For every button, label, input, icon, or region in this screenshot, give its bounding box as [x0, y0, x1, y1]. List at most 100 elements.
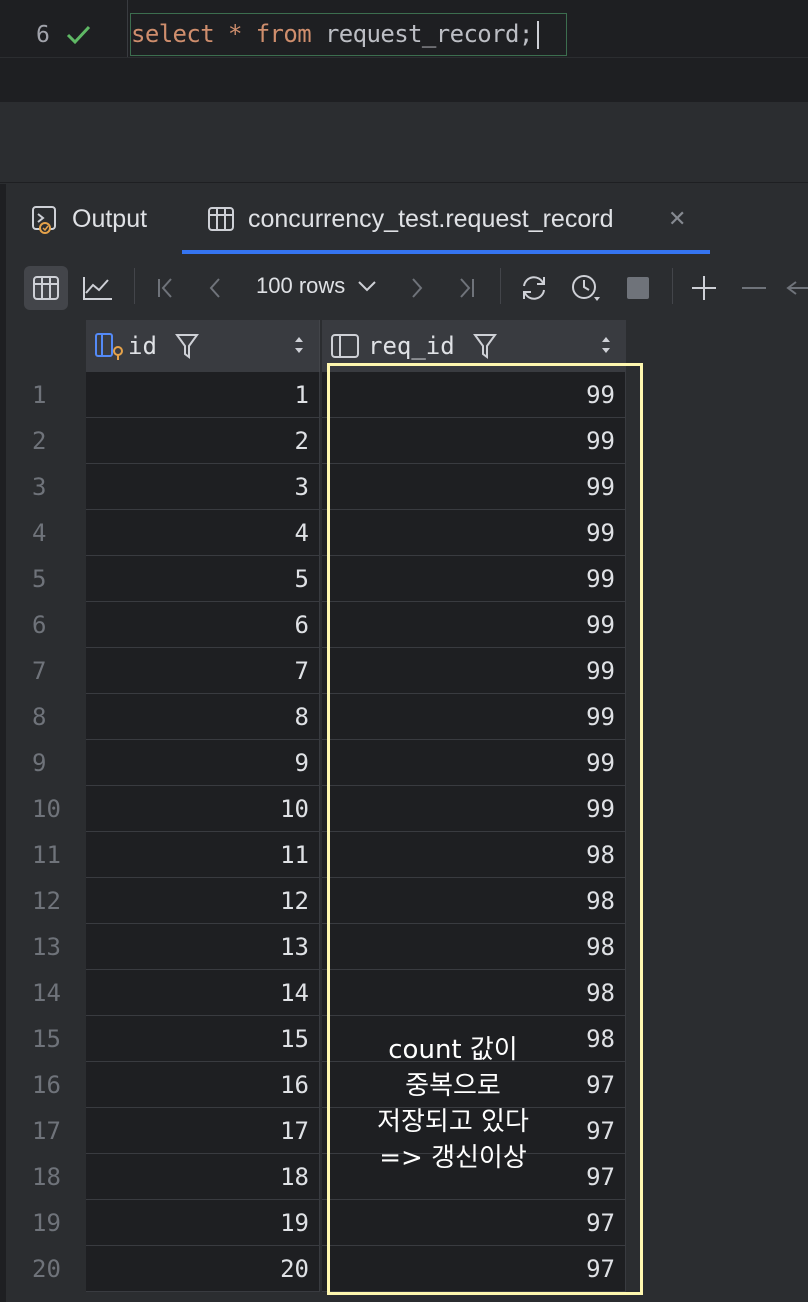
panel-separator	[0, 182, 808, 183]
sort-icon[interactable]	[293, 334, 305, 356]
table-view-icon	[33, 276, 59, 300]
cell-id[interactable]: 14	[86, 970, 320, 1016]
keyword-from: from	[255, 20, 312, 48]
row-number: 6	[32, 611, 47, 639]
chevron-right-icon	[412, 278, 423, 298]
row-number: 4	[32, 519, 47, 547]
chevron-down-icon	[358, 281, 376, 292]
cell-id[interactable]: 10	[86, 786, 320, 832]
page-size-label: 100 rows	[256, 273, 346, 298]
cell-id[interactable]: 20	[86, 1246, 320, 1292]
annotation-line: 저장되고 있다	[377, 1107, 529, 1137]
tab-output[interactable]: Output	[30, 184, 147, 254]
filter-icon[interactable]	[174, 333, 199, 359]
cell-id[interactable]: 5	[86, 556, 320, 602]
cell-id[interactable]: 18	[86, 1154, 320, 1200]
toolbar-separator	[500, 268, 501, 304]
row-number: 3	[32, 473, 47, 501]
keyword-select: select	[131, 20, 215, 48]
stop-icon	[627, 277, 649, 299]
cell-id[interactable]: 13	[86, 924, 320, 970]
cell-id[interactable]: 9	[86, 740, 320, 786]
annotation-line: count 값이	[388, 1035, 518, 1065]
cell-id[interactable]: 7	[86, 648, 320, 694]
gutter-separator	[127, 0, 128, 57]
row-number: 18	[32, 1163, 61, 1191]
editor-panel-gap	[0, 102, 808, 184]
cell-id[interactable]: 19	[86, 1200, 320, 1246]
close-icon[interactable]: ✕	[668, 206, 686, 232]
text-caret	[536, 21, 539, 49]
chart-view-button[interactable]	[76, 266, 120, 310]
row-number: 7	[32, 657, 47, 685]
table-icon	[208, 207, 234, 231]
revert-button[interactable]	[780, 266, 808, 310]
cell-id[interactable]: 17	[86, 1108, 320, 1154]
cell-id[interactable]: 11	[86, 832, 320, 878]
cell-id[interactable]: 2	[86, 418, 320, 464]
check-icon	[66, 25, 91, 45]
cell-id[interactable]: 4	[86, 510, 320, 556]
clock-icon	[572, 275, 600, 301]
result-toolbar: 100 rows	[6, 256, 808, 318]
wildcard: *	[227, 20, 242, 48]
table-view-button[interactable]	[24, 266, 68, 310]
last-page-button[interactable]	[444, 266, 488, 310]
line-number: 6	[36, 22, 50, 48]
cell-id[interactable]: 12	[86, 878, 320, 924]
stop-button[interactable]	[616, 266, 660, 310]
chevron-left-icon	[209, 278, 220, 298]
cell-id[interactable]: 3	[86, 464, 320, 510]
chart-icon	[83, 277, 112, 300]
row-number: 20	[32, 1255, 61, 1283]
toolbar-separator	[134, 268, 135, 304]
active-tab-indicator	[182, 250, 710, 254]
sort-icon[interactable]	[600, 334, 612, 356]
row-number: 11	[32, 841, 61, 869]
filter-icon[interactable]	[472, 333, 497, 359]
annotation-line: => 갱신이상	[379, 1143, 527, 1173]
previous-page-button[interactable]	[194, 266, 238, 310]
row-number: 13	[32, 933, 61, 961]
add-row-button[interactable]	[682, 266, 726, 310]
history-button[interactable]	[564, 266, 608, 310]
first-page-button[interactable]	[144, 266, 188, 310]
toolbar-separator	[672, 268, 673, 304]
last-page-icon	[460, 278, 474, 298]
row-number: 1	[32, 381, 47, 409]
row-number: 5	[32, 565, 47, 593]
annotation-note: count 값이 중복으로 저장되고 있다 => 갱신이상	[340, 1032, 566, 1176]
row-number: 14	[32, 979, 61, 1007]
cell-id[interactable]: 1	[86, 372, 320, 418]
semicolon: ;	[518, 20, 533, 48]
row-number: 16	[32, 1071, 61, 1099]
cell-id[interactable]: 16	[86, 1062, 320, 1108]
cell-id[interactable]: 6	[86, 602, 320, 648]
column-name-id: id	[128, 332, 157, 360]
first-page-icon	[158, 278, 172, 298]
row-number: 9	[32, 749, 47, 777]
next-page-button[interactable]	[394, 266, 438, 310]
sql-statement[interactable]: select * from request_record;	[131, 20, 539, 49]
delete-row-button[interactable]	[732, 266, 776, 310]
sql-editor[interactable]: 6 select * from request_record;	[0, 0, 808, 102]
row-number: 19	[32, 1209, 61, 1237]
row-number: 10	[32, 795, 61, 823]
row-number: 17	[32, 1117, 61, 1145]
refresh-icon	[523, 276, 545, 300]
revert-icon	[786, 281, 808, 295]
cell-id[interactable]: 15	[86, 1016, 320, 1062]
page-size-select[interactable]: 100 rows	[256, 273, 377, 299]
tab-output-label: Output	[72, 204, 148, 233]
refresh-button[interactable]	[512, 266, 556, 310]
column-header-id[interactable]: id	[86, 320, 320, 372]
plus-icon	[692, 276, 716, 300]
primary-key-column-icon	[95, 333, 123, 360]
row-number-header	[6, 320, 86, 372]
tab-request-record-label: concurrency_test.request_record	[248, 204, 614, 233]
minus-icon	[742, 287, 766, 289]
tab-request-record[interactable]: concurrency_test.request_record	[206, 184, 613, 254]
cell-id[interactable]: 8	[86, 694, 320, 740]
row-number: 15	[32, 1025, 61, 1053]
editor-divider	[0, 57, 808, 58]
